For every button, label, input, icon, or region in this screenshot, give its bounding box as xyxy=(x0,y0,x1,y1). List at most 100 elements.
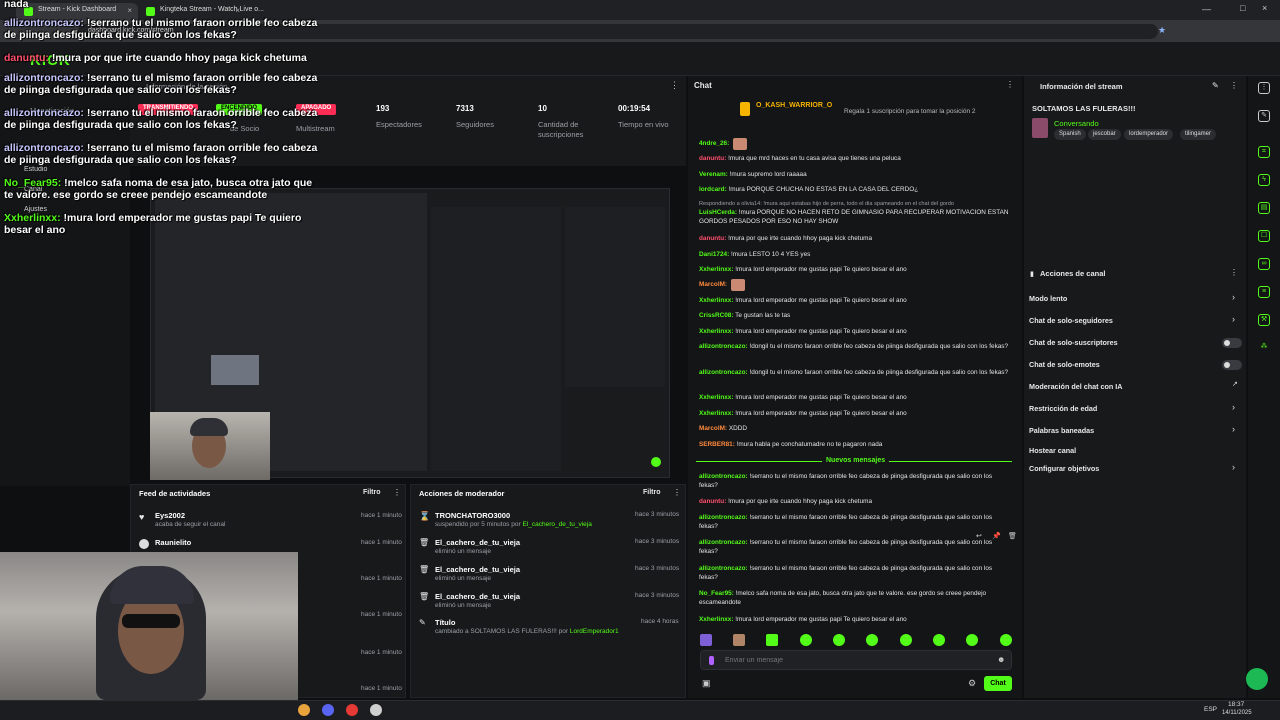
action-host-channel[interactable]: Hostear canal xyxy=(1029,446,1076,455)
chevron-right-icon[interactable]: › xyxy=(1232,462,1235,472)
action-ai-moderation[interactable]: Moderación del chat con IA xyxy=(1029,382,1122,391)
action-banned-words[interactable]: Palabras baneadas xyxy=(1029,426,1094,435)
nav-estudio[interactable]: Estudio xyxy=(24,166,47,173)
action-slow-mode[interactable]: Modo lento xyxy=(1029,294,1067,303)
mod-item-name[interactable]: Título xyxy=(435,618,455,627)
maximize-icon[interactable]: □ xyxy=(1240,3,1245,13)
close-window-icon[interactable]: × xyxy=(1262,3,1267,13)
emote-icon[interactable] xyxy=(833,634,845,646)
pin-icon[interactable]: 📌 xyxy=(992,532,1001,540)
emote-icon[interactable] xyxy=(966,634,978,646)
send-chat-button[interactable]: Chat xyxy=(984,676,1012,691)
action-age-restriction[interactable]: Restricción de edad xyxy=(1029,404,1097,413)
mod-item-name[interactable]: El_cachero_de_tu_vieja xyxy=(435,592,520,601)
chat-message: MarcolM: xyxy=(699,279,1009,291)
emote-icon[interactable] xyxy=(933,634,945,646)
edit-title-icon: ✎ xyxy=(419,618,426,627)
activity-filter-button[interactable]: Filtro xyxy=(363,489,381,496)
chat-more-icon[interactable]: ⋮ xyxy=(1006,80,1014,89)
chrome-taskbar-icon[interactable] xyxy=(298,704,310,716)
edit-pencil-icon[interactable]: ✎ xyxy=(1212,81,1219,90)
chevron-right-icon[interactable]: › xyxy=(1232,292,1235,302)
preview-nested-cam xyxy=(211,355,259,385)
viewers-label: Espectadores xyxy=(376,120,422,129)
os-taskbar xyxy=(0,700,1280,720)
rail-link-icon[interactable]: ∞ xyxy=(1258,258,1270,270)
emote-icon[interactable] xyxy=(800,634,812,646)
rail-layout-icon[interactable]: ≡ xyxy=(1258,286,1270,298)
chevron-right-icon[interactable]: › xyxy=(1232,402,1235,412)
chevron-right-icon[interactable]: › xyxy=(1232,424,1235,434)
emote-icon[interactable] xyxy=(900,634,912,646)
tag-chip: jescobar xyxy=(1088,129,1121,140)
rail-tools-icon[interactable]: ⚒ xyxy=(1258,314,1270,326)
action-subscribers-only[interactable]: Chat de solo-suscriptores xyxy=(1029,338,1118,347)
channel-actions-more-icon[interactable]: ⋮ xyxy=(1230,268,1238,277)
language-indicator[interactable]: ESP xyxy=(1204,706,1217,713)
action-emotes-only[interactable]: Chat de solo-emotes xyxy=(1029,360,1100,369)
subs-label: Cantidad de suscripciones xyxy=(538,120,584,139)
minimize-icon[interactable]: — xyxy=(1202,4,1211,14)
new-messages-label: Nuevos mensajes xyxy=(822,457,890,464)
trash-icon: 🗑 xyxy=(419,538,430,547)
rail-bolt-icon[interactable]: ϟ xyxy=(1258,174,1270,186)
activity-item-time: hace 1 minuto xyxy=(361,575,402,582)
rail-apps-icon[interactable]: ⁂ xyxy=(1258,342,1270,354)
chevron-right-icon[interactable]: › xyxy=(1232,314,1235,324)
app-taskbar-icon[interactable] xyxy=(370,704,382,716)
emotes-only-toggle[interactable] xyxy=(1222,360,1242,370)
gift-icon[interactable]: ▣ xyxy=(702,678,711,689)
rail-menu-icon[interactable]: ⋮ xyxy=(1258,82,1270,94)
top-gifter-name[interactable]: O_KASH_WARRIOR_O xyxy=(756,102,832,109)
emoji-picker-icon[interactable]: ☻ xyxy=(997,655,1005,664)
taskbar-date[interactable]: 14/11/2025 xyxy=(1222,710,1252,716)
beanie-hat xyxy=(110,566,194,604)
live-time-label: Tiempo en vivo xyxy=(618,120,669,129)
bookmark-star-icon[interactable]: ★ xyxy=(1158,25,1166,36)
more-options-icon[interactable]: ⋮ xyxy=(670,80,679,91)
rail-chat-icon[interactable]: ☐ xyxy=(1258,230,1270,242)
chat-input-box[interactable]: ☻ xyxy=(700,650,1012,670)
category-name[interactable]: Conversando xyxy=(1054,119,1099,128)
emote-icon[interactable] xyxy=(700,634,712,646)
activity-item-name[interactable]: Eys2002 xyxy=(155,511,185,520)
delete-message-icon[interactable]: 🗑 xyxy=(1008,532,1017,540)
hourglass-icon: ⌛ xyxy=(419,511,431,521)
reply-icon[interactable]: ↩ xyxy=(976,532,982,540)
subs-count: 10 xyxy=(538,104,547,113)
chat-message: Xxherlinxx: !mura lord emperador me gust… xyxy=(699,394,907,401)
mod-item-name[interactable]: El_cachero_de_tu_vieja xyxy=(435,538,520,547)
stream-title: SOLTAMOS LAS FULERAS!!! xyxy=(1032,104,1136,113)
subscribers-only-toggle[interactable] xyxy=(1222,338,1242,348)
chat-message-input[interactable] xyxy=(723,653,983,667)
discord-taskbar-icon[interactable] xyxy=(322,704,334,716)
activity-more-icon[interactable]: ⋮ xyxy=(393,488,401,497)
overlay-chat-line: nada xyxy=(4,0,29,10)
external-link-icon[interactable]: ↗ xyxy=(1232,380,1238,388)
channel-actions-title: Acciones de canal xyxy=(1040,269,1106,278)
activity-item-name[interactable]: Raunielito xyxy=(155,538,191,547)
emote-icon[interactable] xyxy=(1000,634,1012,646)
rail-clipboard-icon[interactable]: ▤ xyxy=(1258,202,1270,214)
mod-filter-button[interactable]: Filtro xyxy=(643,489,661,496)
taskbar-clock[interactable]: 18:37 xyxy=(1228,701,1244,708)
emote-icon[interactable] xyxy=(733,634,745,646)
obs-taskbar-icon[interactable] xyxy=(346,704,358,716)
mod-item-name[interactable]: El_cachero_de_tu_vieja xyxy=(435,565,520,574)
mod-more-icon[interactable]: ⋮ xyxy=(673,488,681,497)
mod-item-name[interactable]: TRONCHATORO3000 xyxy=(435,511,510,520)
action-configure-goals[interactable]: Configurar objetivos xyxy=(1029,464,1099,473)
stream-info-title: Información del stream xyxy=(1040,82,1123,91)
support-chat-button[interactable] xyxy=(1246,668,1268,690)
rail-edit-icon[interactable]: ✎ xyxy=(1258,110,1270,122)
action-followers-only[interactable]: Chat de solo-seguidores xyxy=(1029,316,1113,325)
emote-icon[interactable] xyxy=(866,634,878,646)
rail-scan-icon[interactable]: ⌗ xyxy=(1258,146,1270,158)
stream-info-more-icon[interactable]: ⋮ xyxy=(1230,81,1238,90)
activity-item-time: hace 1 minuto xyxy=(361,649,402,656)
chat-settings-gear-icon[interactable]: ⚙ xyxy=(968,678,976,689)
emote-icon xyxy=(733,138,747,150)
overlay-chat-line: allizontroncazo: !serrano tu el mismo fa… xyxy=(4,72,318,96)
emote-icon[interactable] xyxy=(766,634,778,646)
chat-message: danuntu: !mura que mrd haces en tu casa … xyxy=(699,155,901,162)
